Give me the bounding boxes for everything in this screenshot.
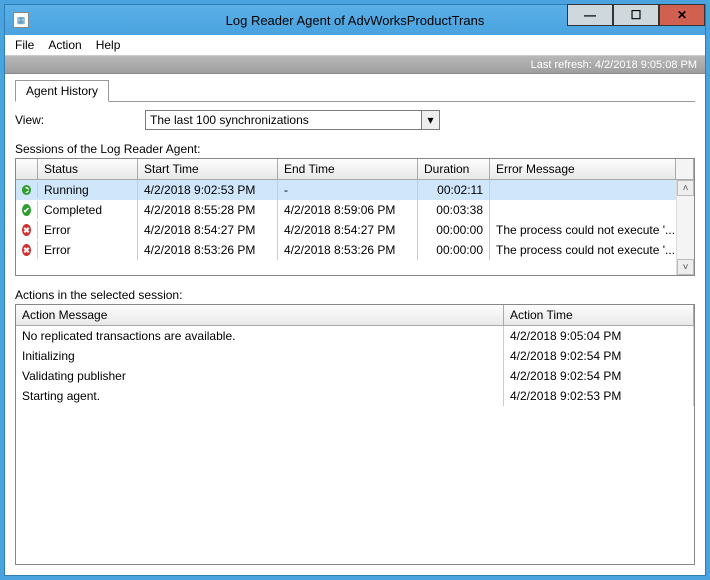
col-duration[interactable]: Duration	[418, 159, 490, 179]
session-row[interactable]: Completed 4/2/2018 8:55:28 PM 4/2/2018 8…	[16, 200, 694, 220]
chevron-down-icon: ▾	[421, 111, 439, 129]
last-refresh-text: Last refresh: 4/2/2018 9:05:08 PM	[531, 59, 697, 71]
menu-help[interactable]: Help	[96, 38, 121, 52]
sessions-scrollbar[interactable]: ˄ ˅	[676, 180, 694, 275]
action-row[interactable]: Validating publisher 4/2/2018 9:02:54 PM	[16, 366, 694, 386]
titlebar[interactable]: ▦ Log Reader Agent of AdvWorksProductTra…	[5, 5, 705, 35]
menu-action[interactable]: Action	[48, 38, 81, 52]
minimize-button[interactable]: —	[567, 4, 613, 26]
view-select-value: The last 100 synchronizations	[150, 113, 309, 127]
view-label: View:	[15, 113, 145, 127]
running-icon	[22, 185, 31, 195]
col-status[interactable]: Status	[38, 159, 138, 179]
error-icon	[22, 244, 31, 256]
session-row[interactable]: Error 4/2/2018 8:53:26 PM 4/2/2018 8:53:…	[16, 240, 694, 260]
session-row[interactable]: Running 4/2/2018 9:02:53 PM - 00:02:11	[16, 180, 694, 200]
maximize-button[interactable]: ☐	[613, 4, 659, 26]
scroll-up-icon[interactable]: ˄	[677, 180, 694, 196]
sessions-header: Status Start Time End Time Duration Erro…	[16, 159, 694, 180]
sessions-body: Running 4/2/2018 9:02:53 PM - 00:02:11 C…	[16, 180, 694, 275]
last-refresh-bar: Last refresh: 4/2/2018 9:05:08 PM	[5, 56, 705, 74]
col-action-message[interactable]: Action Message	[16, 305, 504, 325]
actions-grid: Action Message Action Time No replicated…	[15, 304, 695, 565]
content-area: Agent History View: The last 100 synchro…	[5, 74, 705, 575]
error-icon	[22, 224, 31, 236]
app-icon: ▦	[13, 12, 29, 28]
menu-file[interactable]: File	[15, 38, 34, 52]
actions-label: Actions in the selected session:	[15, 288, 695, 302]
action-row[interactable]: No replicated transactions are available…	[16, 326, 694, 346]
completed-icon	[22, 204, 31, 216]
app-window: ▦ Log Reader Agent of AdvWorksProductTra…	[4, 4, 706, 576]
view-select[interactable]: The last 100 synchronizations ▾	[145, 110, 440, 130]
actions-body: No replicated transactions are available…	[16, 326, 694, 564]
col-start-time[interactable]: Start Time	[138, 159, 278, 179]
tab-agent-history[interactable]: Agent History	[15, 80, 109, 102]
sessions-label: Sessions of the Log Reader Agent:	[15, 142, 695, 156]
view-row: View: The last 100 synchronizations ▾	[15, 110, 695, 130]
col-icon[interactable]	[16, 159, 38, 179]
menubar: File Action Help	[5, 35, 705, 56]
scroll-down-icon[interactable]: ˅	[677, 259, 694, 275]
col-action-time[interactable]: Action Time	[504, 305, 694, 325]
tabstrip: Agent History	[15, 80, 695, 102]
session-row[interactable]: Error 4/2/2018 8:54:27 PM 4/2/2018 8:54:…	[16, 220, 694, 240]
col-end-time[interactable]: End Time	[278, 159, 418, 179]
action-row[interactable]: Initializing 4/2/2018 9:02:54 PM	[16, 346, 694, 366]
actions-header: Action Message Action Time	[16, 305, 694, 326]
action-row[interactable]: Starting agent. 4/2/2018 9:02:53 PM	[16, 386, 694, 406]
col-scrollhead	[676, 159, 694, 179]
sessions-grid: Status Start Time End Time Duration Erro…	[15, 158, 695, 276]
window-controls: — ☐ ✕	[567, 5, 705, 35]
close-button[interactable]: ✕	[659, 4, 705, 26]
col-error[interactable]: Error Message	[490, 159, 676, 179]
